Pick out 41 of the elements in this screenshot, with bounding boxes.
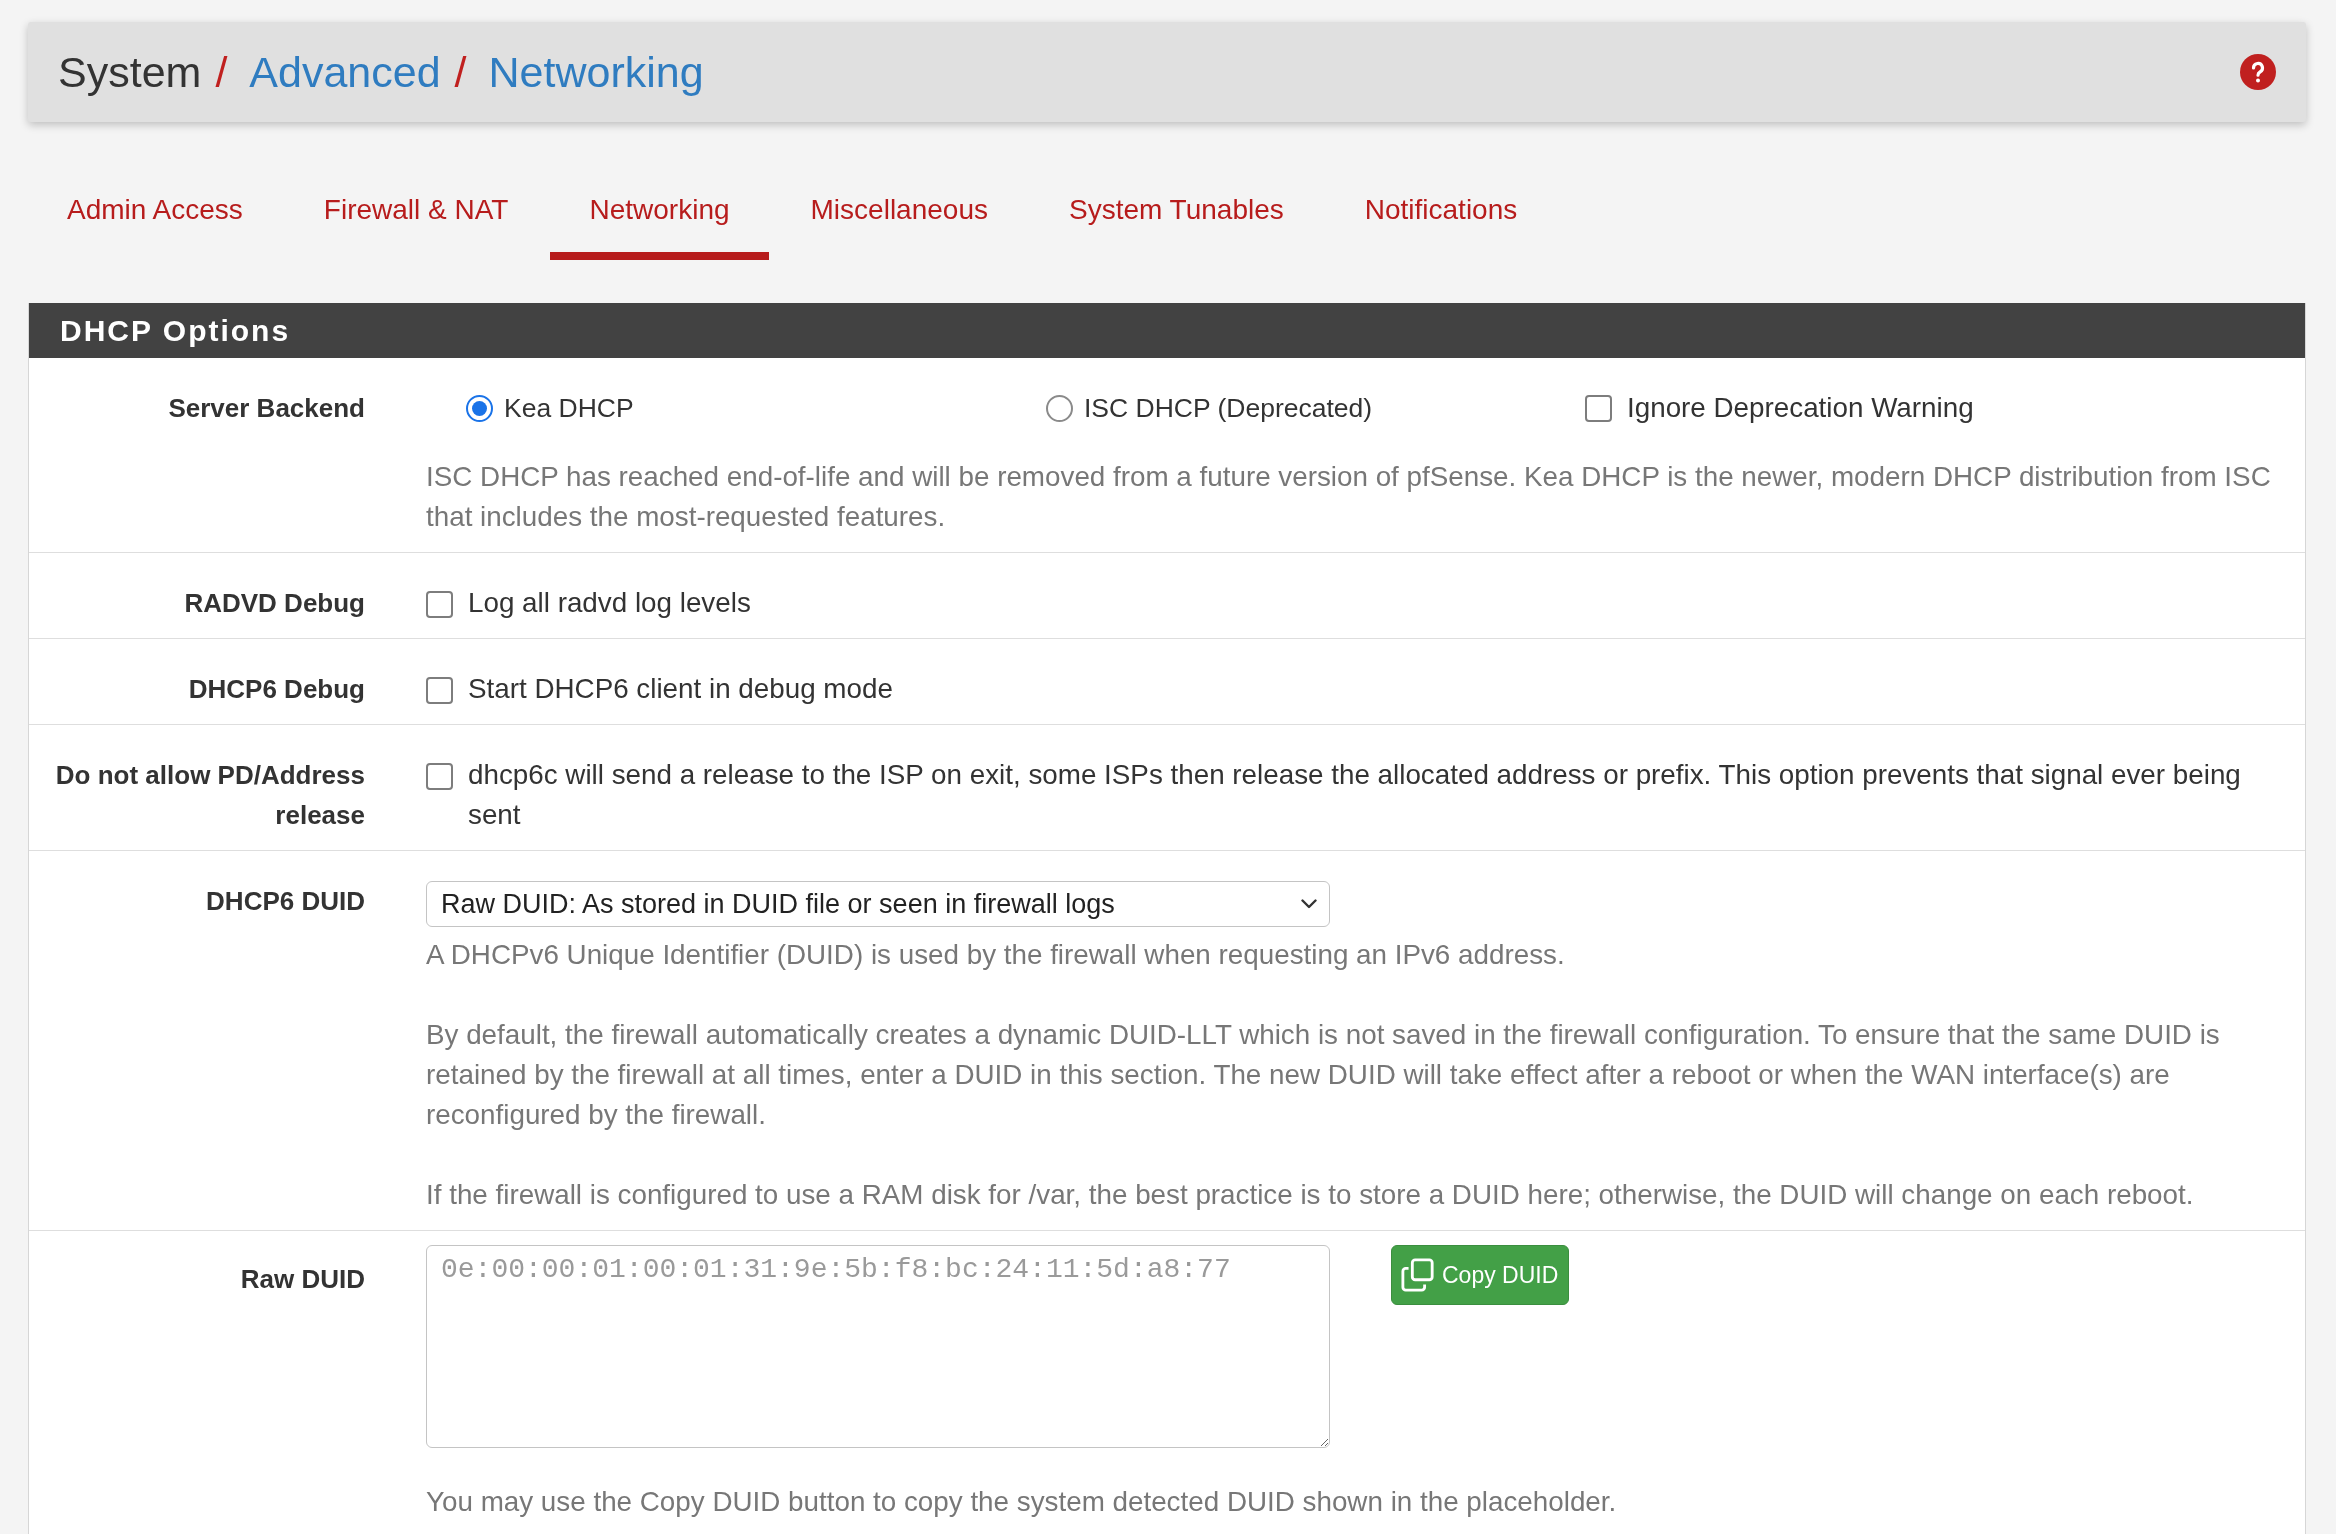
duid-type-dropdown[interactable]: Raw DUID: As stored in DUID file or seen in firewall logs — [426, 881, 1330, 927]
checkbox[interactable] — [426, 591, 453, 618]
field-label: Do not allow PD/Address release — [55, 760, 365, 830]
field-label: Server Backend — [168, 393, 365, 423]
field-label: DHCP6 DUID — [206, 886, 365, 916]
radio-button[interactable] — [1046, 394, 1073, 422]
tab[interactable]: System Tunables — [1029, 166, 1323, 260]
checkbox[interactable] — [426, 677, 453, 704]
help-text: ISC DHCP has reached end-of-life and will be removed from a future version of pfSense. Kea DHCP is the newer, modern DHCP distribution from ISC that includes the most-requested features. — [426, 460, 2272, 534]
checkbox-label: dhcp6c will send a release to the ISP on exit, some ISPs then release the allocated address or prefix. This option prevents that signal ever being sent — [468, 758, 2242, 832]
radio-button[interactable] — [466, 394, 493, 422]
radio-label: ISC DHCP (Deprecated) — [1084, 392, 1373, 425]
field-label: DHCP6 Debug — [188, 674, 365, 704]
breadcrumb-link[interactable]: Networking — [488, 47, 704, 97]
breadcrumb-separator: / — [215, 47, 228, 97]
breadcrumb-link[interactable]: Advanced — [249, 47, 441, 97]
breadcrumb-text: System — [58, 47, 202, 97]
checkbox[interactable] — [1585, 394, 1612, 422]
tab[interactable]: Admin Access — [28, 166, 282, 260]
checkbox[interactable] — [426, 763, 453, 790]
help-icon[interactable] — [2240, 54, 2276, 90]
help-text: A DHCPv6 Unique Identifier (DUID) is used by the firewall when requesting an IPv6 address. — [426, 938, 1566, 972]
checkbox-label: Start DHCP6 client in debug mode — [468, 672, 893, 706]
help-text: If the firewall is configured to use a RAM disk for /var, the best practice is to store a DUID here; otherwise, the DUID will change on each reboot. — [426, 1178, 2195, 1212]
tab[interactable]: Networking — [550, 166, 769, 260]
tab[interactable]: Notifications — [1325, 166, 1557, 260]
breadcrumb-separator: / — [454, 47, 467, 97]
copy-icon — [1401, 1258, 1435, 1292]
checkbox-label: Ignore Deprecation Warning — [1627, 391, 1974, 425]
panel-title: DHCP Options — [29, 303, 2305, 358]
radio-label: Kea DHCP — [504, 392, 634, 425]
field-label: Raw DUID — [240, 1264, 365, 1294]
copy-duid-button[interactable]: Copy DUID — [1391, 1245, 1570, 1305]
tab[interactable]: Firewall & NAT — [284, 166, 548, 260]
checkbox-label: Log all radvd log levels — [468, 586, 751, 620]
chevron-down-icon — [1301, 899, 1317, 909]
field-label: RADVD Debug — [184, 588, 365, 618]
duid-textarea[interactable]: 0e:00:00:01:00:01:31:9e:5b:f8:bc:24:11:5d:a8:77 — [426, 1245, 1330, 1448]
help-text: You may use the Copy DUID button to copy the system detected DUID shown in the placeholder. — [426, 1485, 1618, 1519]
help-text: By default, the firewall automatically creates a dynamic DUID-LLT which is not saved in the firewall configuration. To ensure that the same DUID is retained by the firewall at all times, enter a DUID in this section. The new DUID will take effect after a reboot or when the WAN interface(s) are reconfigured by the firewall. — [426, 1018, 2221, 1132]
tab[interactable]: Miscellaneous — [771, 166, 1027, 260]
